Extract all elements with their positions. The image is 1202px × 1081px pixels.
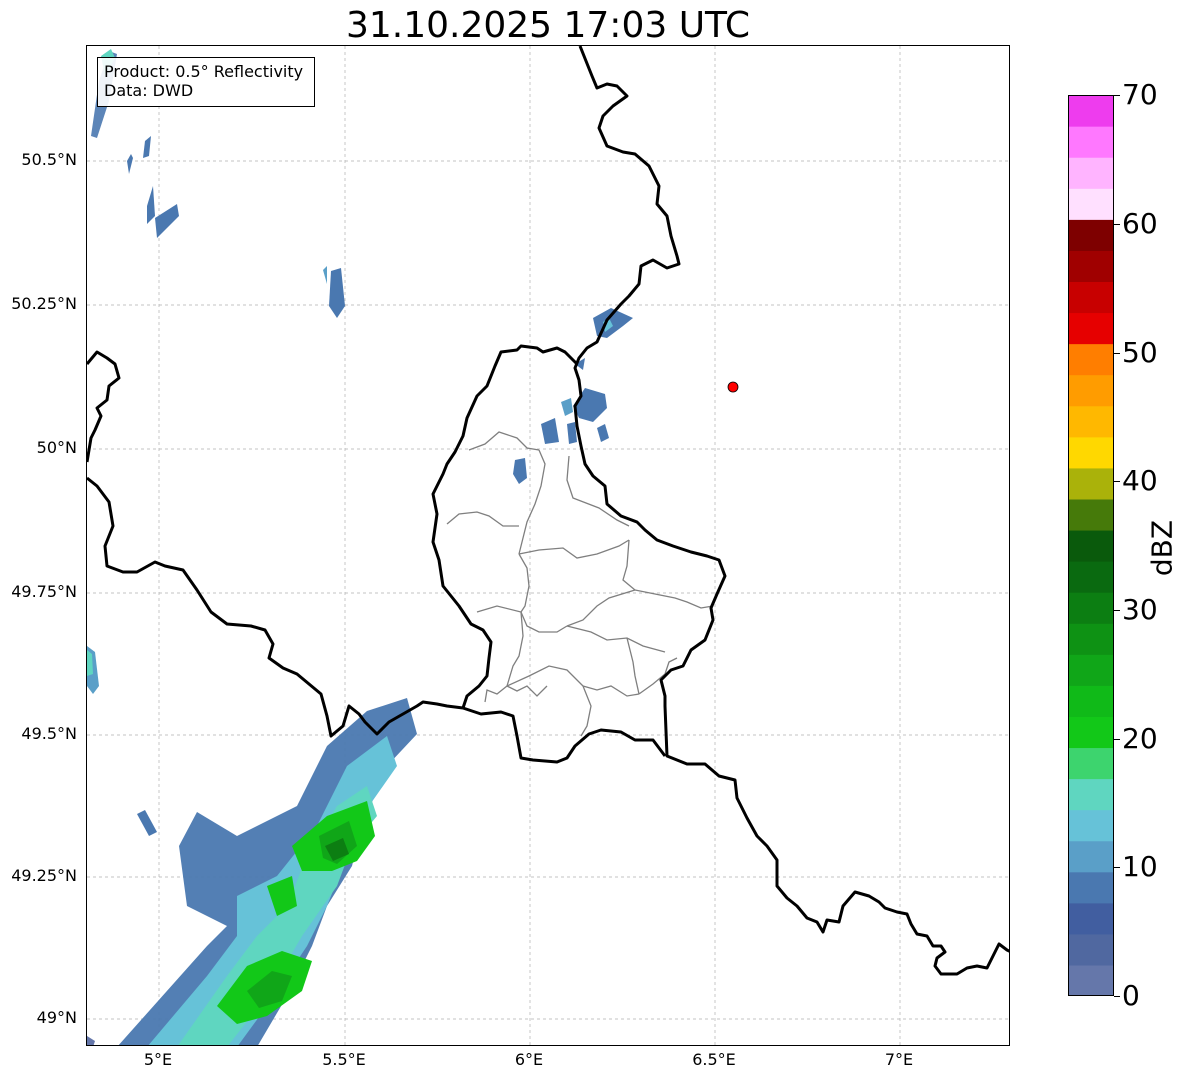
colorbar-tick-mark xyxy=(1114,95,1120,96)
colorbar-tick-mark xyxy=(1114,224,1120,225)
colorbar-segment xyxy=(1068,157,1114,189)
info-box: Product: 0.5° Reflectivity Data: DWD xyxy=(97,57,315,107)
lon-label: 6°E xyxy=(514,1050,544,1069)
colorbar-tick-mark xyxy=(1114,867,1120,868)
district-boundaries xyxy=(446,431,714,737)
colorbar-tick-label: 20 xyxy=(1122,722,1158,755)
colorbar-tick-mark xyxy=(1114,996,1120,997)
colorbar-segment xyxy=(1068,126,1114,158)
lon-label: 6.5°E xyxy=(692,1050,736,1069)
colorbar-tick-mark xyxy=(1114,739,1120,740)
radar-map[interactable] xyxy=(86,45,1010,1046)
colorbar-tick-label: 30 xyxy=(1122,593,1158,626)
map-canvas xyxy=(87,46,1009,1045)
colorbar-segment xyxy=(1068,561,1114,593)
colorbar-segment xyxy=(1068,809,1114,842)
lat-label: 49.25°N xyxy=(11,866,77,885)
colorbar-segment xyxy=(1068,188,1114,220)
colorbar-segment xyxy=(1068,840,1114,873)
colorbar-segment xyxy=(1068,281,1114,314)
colorbar-tick-mark xyxy=(1114,610,1120,611)
colorbar-segment xyxy=(1068,871,1114,904)
colorbar-segment xyxy=(1068,685,1114,717)
colorbar-tick-label: 40 xyxy=(1122,464,1158,497)
colorbar-segment xyxy=(1068,592,1114,624)
colorbar-segment xyxy=(1068,467,1114,500)
radar-site-marker[interactable] xyxy=(727,381,739,393)
product-label: Product: 0.5° Reflectivity xyxy=(104,62,304,81)
colorbar-segment xyxy=(1068,219,1114,251)
colorbar-segment xyxy=(1068,405,1114,438)
colorbar-segment xyxy=(1068,654,1114,686)
colorbar-segment xyxy=(1068,95,1114,127)
colorbar-segment xyxy=(1068,436,1114,469)
lon-label: 5°E xyxy=(143,1050,173,1069)
lat-label: 50.25°N xyxy=(11,294,77,313)
radar-echoes xyxy=(87,49,633,1045)
colorbar-tick-mark xyxy=(1114,353,1120,354)
colorbar-segment xyxy=(1068,778,1114,811)
colorbar-tick-label: 50 xyxy=(1122,336,1158,369)
lon-label: 7°E xyxy=(884,1050,914,1069)
colorbar-segment xyxy=(1068,747,1114,780)
colorbar-tick-mark xyxy=(1114,481,1120,482)
colorbar-segment xyxy=(1068,343,1114,376)
colorbar-label: dBZ xyxy=(1145,519,1179,577)
colorbar-segment xyxy=(1068,529,1114,562)
lat-label: 49.5°N xyxy=(21,724,77,743)
colorbar-segment xyxy=(1068,623,1114,655)
lat-label: 50°N xyxy=(36,438,77,457)
colorbar-segment xyxy=(1068,933,1114,966)
colorbar-tick-label: 70 xyxy=(1122,78,1158,111)
lat-label: 50.5°N xyxy=(21,150,77,169)
colorbar-tick-label: 60 xyxy=(1122,207,1158,240)
colorbar-segment xyxy=(1068,902,1114,935)
map-title: 31.10.2025 17:03 UTC xyxy=(345,5,751,46)
colorbar-segment xyxy=(1068,312,1114,345)
data-source-label: Data: DWD xyxy=(104,81,194,100)
colorbar-segment xyxy=(1068,498,1114,531)
lat-label: 49.75°N xyxy=(11,582,77,601)
colorbar-segment xyxy=(1068,250,1114,283)
colorbar-segment xyxy=(1068,964,1114,996)
lat-label: 49°N xyxy=(36,1008,77,1027)
colorbar-segment xyxy=(1068,716,1114,749)
lon-label: 5.5°E xyxy=(322,1050,366,1069)
colorbar-segment xyxy=(1068,374,1114,407)
colorbar-tick-label: 0 xyxy=(1122,979,1140,1012)
colorbar-tick-label: 10 xyxy=(1122,850,1158,883)
colorbar xyxy=(1068,95,1114,996)
